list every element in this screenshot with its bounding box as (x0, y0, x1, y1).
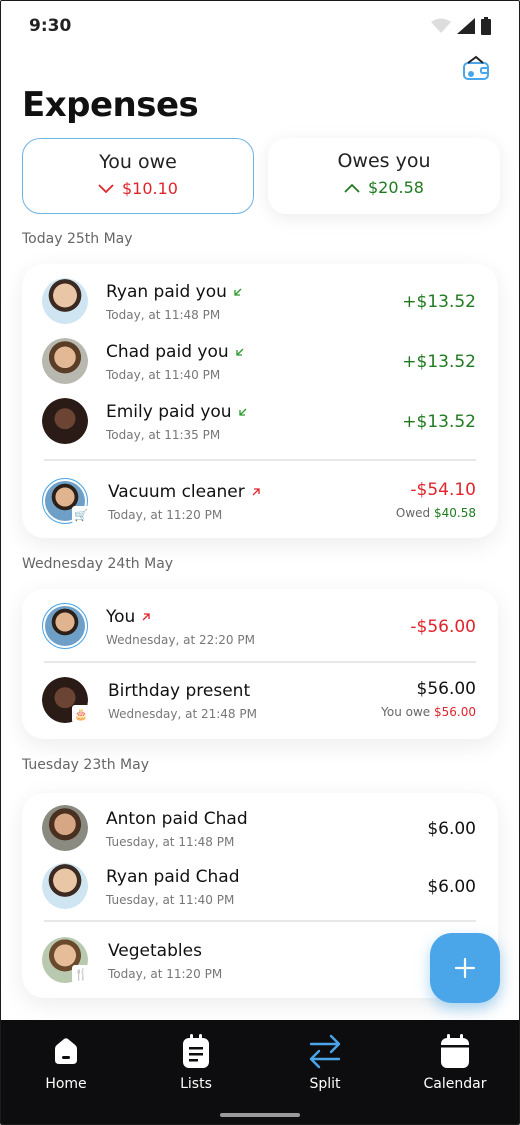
day-label: Tuesday 23th May (22, 757, 149, 773)
tab-you-owe-amount: $10.10 (23, 179, 253, 198)
arrow-down-left-icon (238, 408, 247, 416)
plus-icon (454, 957, 476, 979)
day-label: Today 25th May (22, 231, 133, 247)
item-name: Vacuum cleaner (108, 482, 261, 502)
page-title: Expenses (22, 85, 199, 125)
arrow-down-left-icon (234, 288, 242, 296)
day-card: Ryan paid you Today, at 11:48 PM +$13.52… (22, 264, 498, 538)
item-time: Today, at 11:48 PM (106, 308, 221, 322)
nav-home[interactable]: Home (16, 1032, 116, 1092)
item-value: +$13.52 (402, 292, 476, 312)
avatar (42, 278, 88, 324)
list-item[interactable]: Anton paid Chad Tuesday, at 11:48 PM $6.… (22, 799, 498, 855)
item-value: -$54.10 (410, 480, 476, 500)
arrow-down-left-icon (235, 348, 244, 356)
item-time: Tuesday, at 11:48 PM (106, 835, 235, 849)
list-item[interactable]: 🛒 Vacuum cleaner Today, at 11:20 PM -$54… (22, 472, 498, 528)
nav-split-label: Split (309, 1076, 341, 1092)
tab-owes-you[interactable]: Owes you $20.58 (268, 138, 500, 214)
nav-calendar-label: Calendar (423, 1076, 487, 1092)
item-value: $56.00 (416, 679, 476, 699)
tab-owes-you-label: Owes you (337, 150, 431, 172)
owes-you-amount: $20.58 (368, 178, 424, 197)
fork-icon: 🍴 (72, 965, 90, 983)
item-name: Vegetables (108, 941, 202, 961)
nav-lists[interactable]: Lists (146, 1032, 246, 1092)
item-time: Wednesday, at 22:20 PM (106, 633, 255, 647)
item-value: +$13.52 (402, 352, 476, 372)
cake-icon: 🎂 (72, 705, 90, 723)
battery-icon (481, 17, 491, 35)
list-item[interactable]: 🍴 Vegetables Today, at 11:20 PM (22, 931, 498, 987)
tab-you-owe-label: You owe (99, 151, 177, 173)
nav-calendar[interactable]: Calendar (405, 1032, 505, 1092)
divider (44, 459, 476, 461)
bottom-nav: Home Lists Split Calendar (1, 1020, 519, 1124)
split-arrows-icon (309, 1034, 341, 1069)
app-frame: 9:30 Expenses You owe $10.10 Owes you $2… (0, 0, 520, 1125)
item-time: Today, at 11:35 PM (106, 428, 221, 442)
you-owe-amount: $10.10 (122, 179, 178, 198)
nav-split[interactable]: Split (275, 1032, 375, 1092)
list-item[interactable]: You Wednesday, at 22:20 PM -$56.00 (22, 597, 498, 653)
nav-home-label: Home (45, 1076, 87, 1092)
avatar (42, 805, 88, 851)
day-label: Wednesday 24th May (22, 556, 174, 572)
item-value: $6.00 (427, 819, 476, 839)
signal-icon (457, 18, 475, 34)
list-item[interactable]: Chad paid you Today, at 11:40 PM +$13.52 (22, 332, 498, 388)
item-name: Ryan paid Chad (106, 867, 240, 887)
avatar (42, 603, 88, 649)
status-time: 9:30 (29, 16, 72, 36)
item-name: Ryan paid you (106, 282, 243, 302)
system-icons (431, 17, 491, 35)
item-name: Emily paid you (106, 402, 248, 422)
item-time: Tuesday, at 11:40 PM (106, 893, 235, 907)
list-item[interactable]: Emily paid you Today, at 11:35 PM +$13.5… (22, 392, 498, 448)
list-item[interactable]: 🎂 Birthday present Wednesday, at 21:48 P… (22, 671, 498, 727)
nav-lists-label: Lists (180, 1076, 212, 1092)
tab-you-owe[interactable]: You owe $10.10 (22, 138, 254, 214)
wifi-icon (431, 18, 451, 33)
item-time: Today, at 11:20 PM (108, 508, 223, 522)
avatar (42, 398, 88, 444)
list-item[interactable]: Ryan paid Chad Tuesday, at 11:40 PM $6.0… (22, 857, 498, 913)
item-value: $6.00 (427, 877, 476, 897)
home-icon (55, 1038, 77, 1064)
item-name: Birthday present (108, 681, 251, 701)
item-name: You (106, 607, 151, 627)
item-owed: You owe $56.00 (381, 705, 476, 719)
calendar-icon (441, 1034, 469, 1068)
item-value: +$13.52 (402, 412, 476, 432)
tab-owes-you-amount: $20.58 (268, 178, 500, 197)
avatar (42, 863, 88, 909)
avatar (42, 338, 88, 384)
list-item[interactable]: Ryan paid you Today, at 11:48 PM +$13.52 (22, 272, 498, 328)
status-bar: 9:30 (29, 15, 491, 37)
arrow-up-right-icon (252, 488, 260, 496)
add-expense-button[interactable] (430, 933, 500, 1003)
divider (44, 920, 476, 922)
item-time: Wednesday, at 21:48 PM (108, 707, 257, 721)
item-owed: Owed $40.58 (395, 506, 476, 520)
item-value: -$56.00 (410, 617, 476, 637)
item-name: Chad paid you (106, 342, 245, 362)
item-time: Today, at 11:20 PM (108, 967, 223, 981)
arrow-up-right-icon (142, 613, 150, 621)
item-name: Anton paid Chad (106, 809, 248, 829)
cart-icon: 🛒 (72, 506, 90, 524)
home-indicator (220, 1113, 300, 1117)
item-time: Today, at 11:40 PM (106, 368, 221, 382)
wallet-icon[interactable] (461, 53, 491, 83)
day-card: You Wednesday, at 22:20 PM -$56.00 🎂 Bir… (22, 589, 498, 739)
list-icon (183, 1034, 209, 1068)
chevron-up-icon (344, 183, 360, 193)
divider (44, 661, 476, 663)
chevron-down-icon (98, 183, 114, 193)
day-card: Anton paid Chad Tuesday, at 11:48 PM $6.… (22, 793, 498, 998)
